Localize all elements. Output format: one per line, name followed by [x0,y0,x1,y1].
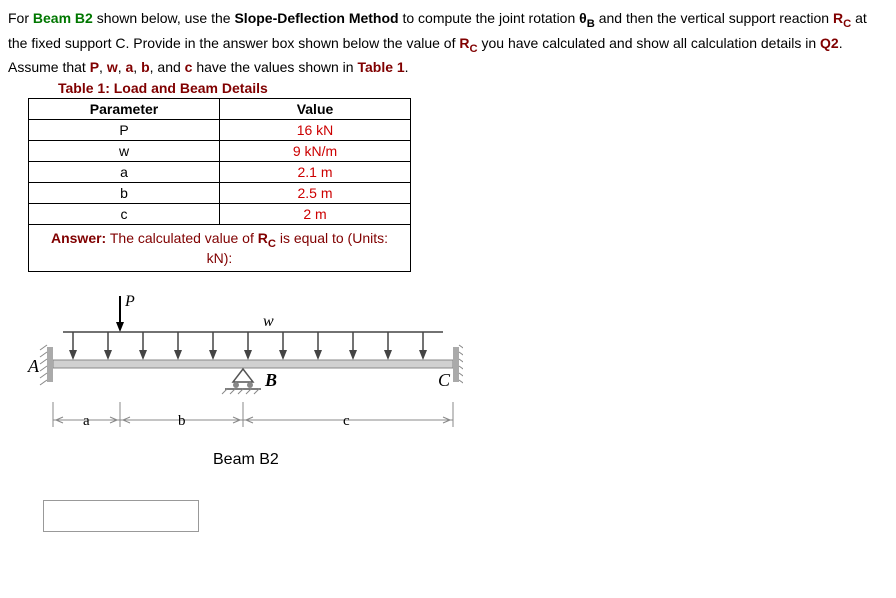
value-cell: 16 kN [220,120,411,141]
rc-symbol: RC [459,35,477,51]
table-row: P 16 kN [29,120,411,141]
text: shown below, use the [93,10,235,26]
dim-b-label: b [178,413,186,429]
table-row: b 2.5 m [29,183,411,204]
param-b: b [141,59,150,75]
table-title: Table 1: Load and Beam Details [58,80,888,96]
value-cell: 2.5 m [220,183,411,204]
support-b-roller [222,369,261,394]
text: and then the vertical support reaction [595,10,833,26]
value-cell: 2.1 m [220,162,411,183]
rc-symbol: RC [833,10,851,26]
answer-row: Answer: The calculated value of RC is eq… [29,225,411,272]
text: , and [150,59,185,75]
table-row: a 2.1 m [29,162,411,183]
diagram-caption: Beam B2 [213,451,279,468]
text: For [8,10,33,26]
load-p-label: P [124,293,135,310]
dim-a-label: a [83,413,90,429]
problem-statement: For Beam B2 shown below, use the Slope-D… [8,8,888,78]
beam-member [53,360,453,368]
node-c-label: C [438,370,451,390]
method-name: Slope-Deflection Method [234,10,398,26]
text: , [118,59,126,75]
param-cell: P [29,120,220,141]
answer-input[interactable] [43,500,199,532]
dim-c-label: c [343,413,350,429]
load-w-label: w [263,313,274,330]
support-a-fixed [47,347,53,382]
value-cell: 9 kN/m [220,141,411,162]
header-value: Value [220,99,411,120]
node-a-label: A [27,356,40,376]
answer-label: Answer: [51,230,106,246]
value-cell: 2 m [220,204,411,225]
rc-symbol: RC [258,230,276,246]
param-cell: a [29,162,220,183]
param-cell: c [29,204,220,225]
text: . [405,59,409,75]
answer-text: The calculated value of [106,230,258,246]
text: have the values shown in [192,59,357,75]
q2: Q2 [820,35,839,51]
table-ref: Table 1 [357,59,404,75]
table-row: c 2 m [29,204,411,225]
theta-b: θB [579,10,595,26]
table-row: w 9 kN/m [29,141,411,162]
header-parameter: Parameter [29,99,220,120]
param-cell: w [29,141,220,162]
text: , [133,59,141,75]
beam-diagram: P w A [23,292,888,475]
param-cell: b [29,183,220,204]
text: , [99,59,107,75]
text: to compute the joint rotation [399,10,580,26]
param-w: w [107,59,118,75]
support-c-fixed [453,347,459,382]
text: you have calculated and show all calcula… [478,35,820,51]
beam-name: Beam B2 [33,10,93,26]
distributed-load-arrows [69,332,427,360]
parameter-table: Parameter Value P 16 kN w 9 kN/m a 2.1 m… [28,98,411,272]
node-b-label: B [264,370,277,390]
param-p: P [90,59,99,75]
